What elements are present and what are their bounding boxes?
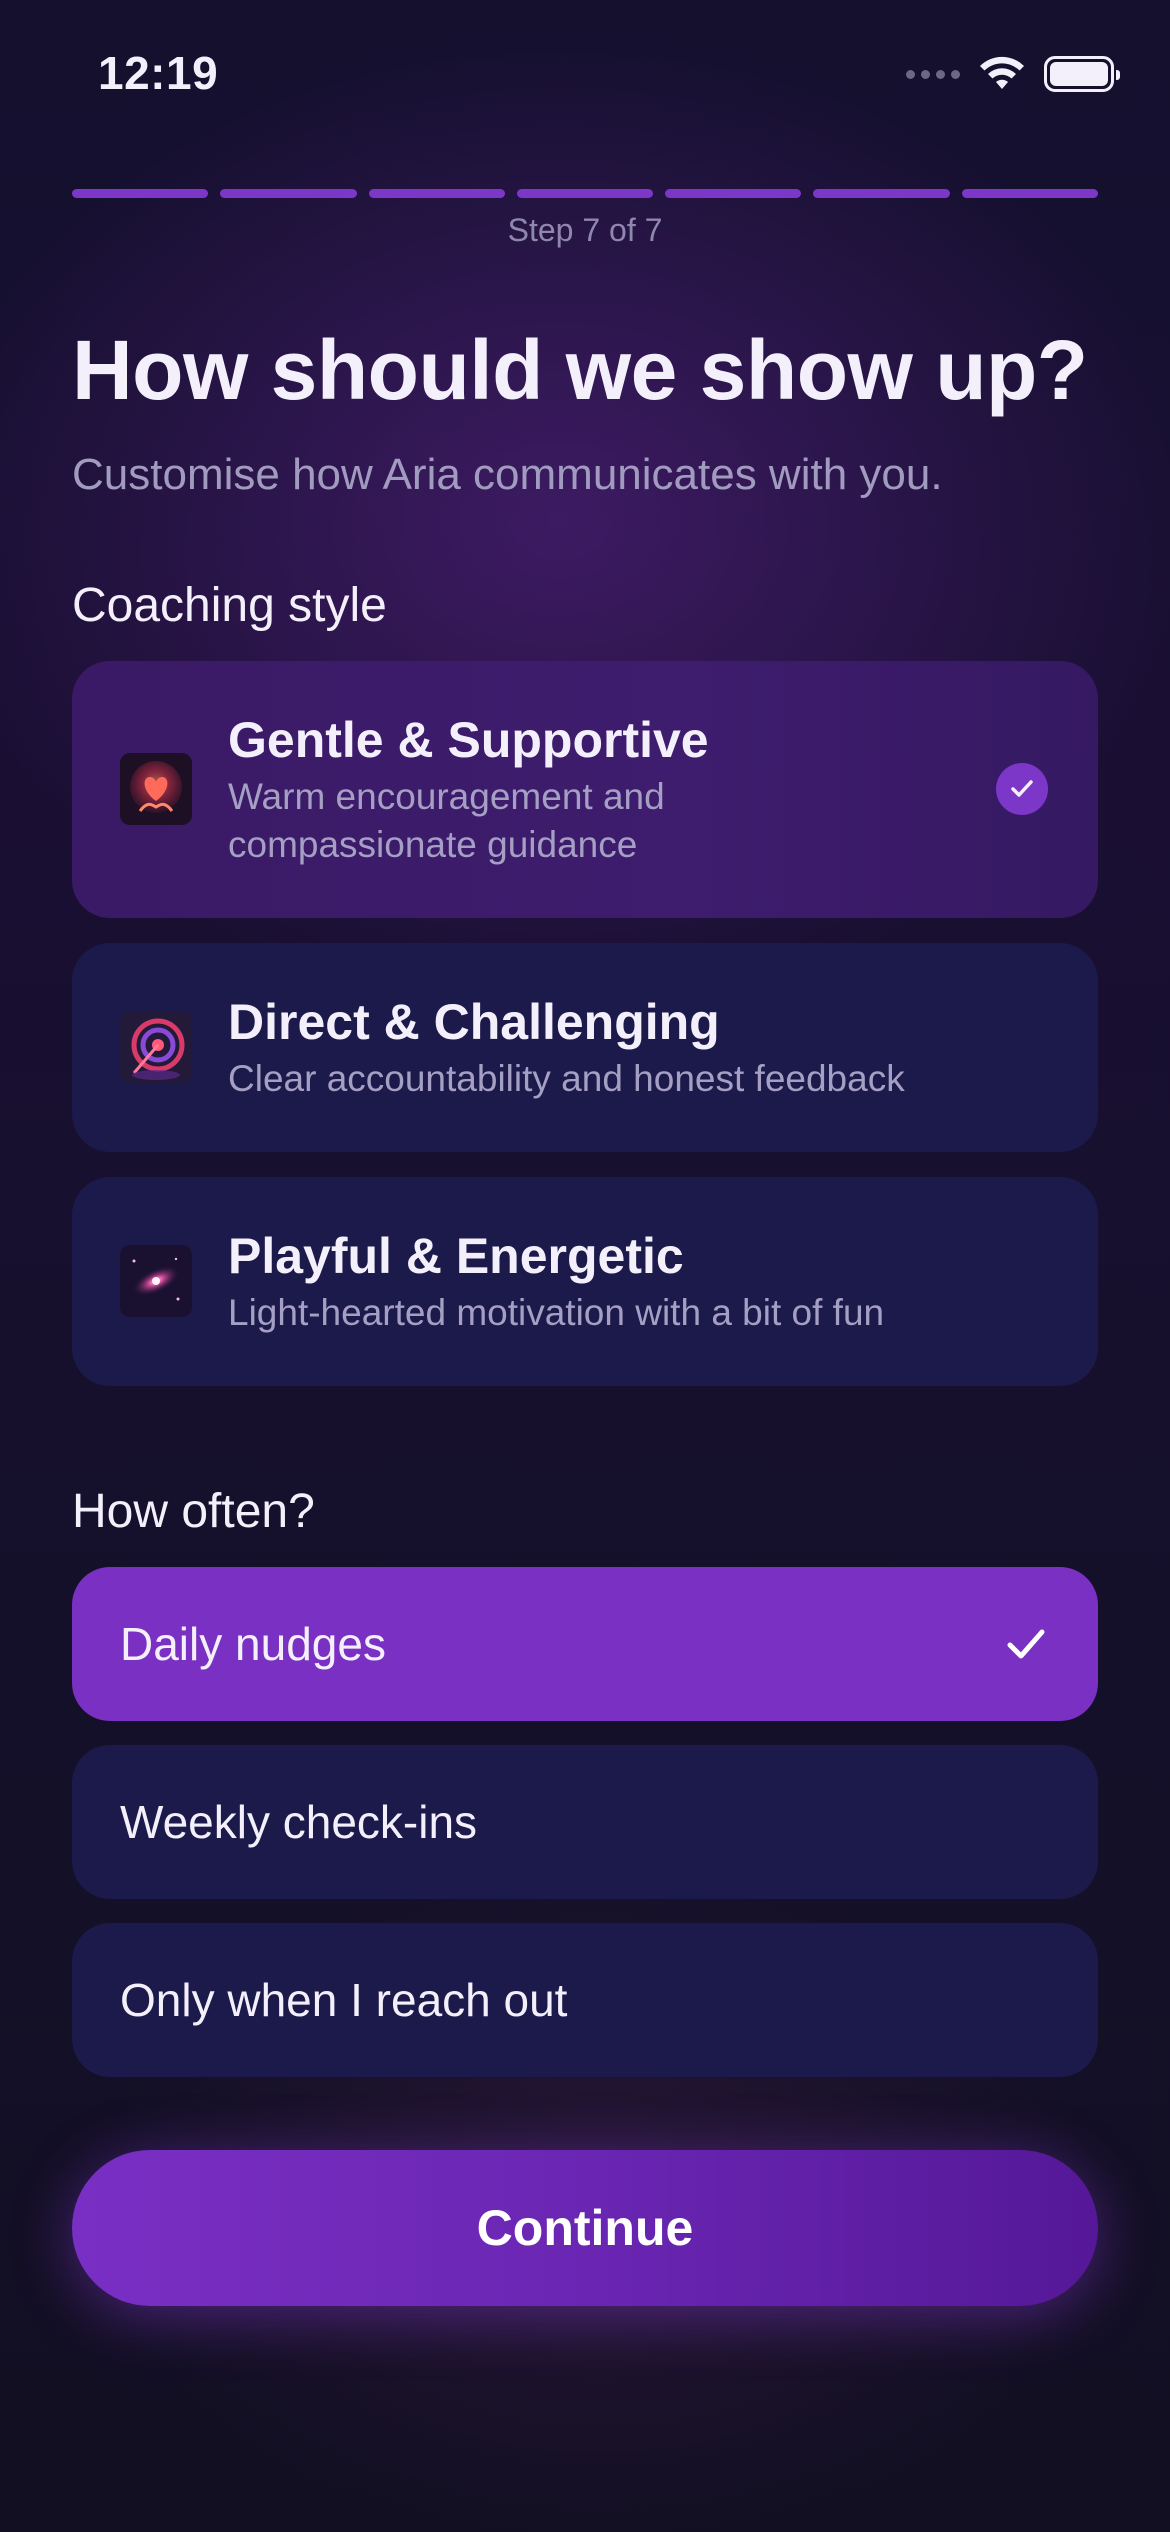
coaching-option-description: compassionate guidance	[228, 824, 638, 865]
coaching-option-description: Warm encouragement and	[228, 776, 665, 817]
battery-icon	[1044, 56, 1120, 92]
coaching-option-name: Gentle & Supportive	[228, 712, 709, 768]
coaching-option-text: Gentle & Supportive Warm encouragement a…	[228, 711, 709, 869]
frequency-option-on-demand[interactable]: Only when I reach out	[72, 1923, 1098, 2077]
frequency-option-label: Weekly check-ins	[120, 1796, 478, 1848]
frequency-option-daily[interactable]: Daily nudges	[72, 1567, 1098, 1721]
coaching-option-name: Playful & Energetic	[228, 1228, 684, 1284]
checkmark-icon	[1007, 1629, 1045, 1659]
frequency-option-weekly[interactable]: Weekly check-ins	[72, 1745, 1098, 1899]
progress-segment	[516, 189, 654, 198]
page-subtitle: Customise how Aria communicates with you…	[72, 450, 943, 499]
progress-segment	[961, 189, 1098, 198]
continue-button[interactable]: Continue	[72, 2150, 1098, 2306]
coaching-option-name: Direct & Challenging	[228, 994, 720, 1050]
status-time: 12:19	[98, 47, 219, 99]
onboarding-screen: 12:19 Step 7 of 7 How should we show up?…	[0, 0, 1170, 2532]
galaxy-icon	[120, 1245, 192, 1317]
step-label: Step 7 of 7	[507, 212, 663, 248]
status-icons	[906, 52, 1120, 96]
progress-segment	[665, 189, 802, 198]
selected-check-icon	[996, 763, 1048, 815]
coaching-option-direct[interactable]: Direct & Challenging Clear accountabilit…	[72, 943, 1098, 1152]
target-icon	[120, 1011, 192, 1083]
progress-segment	[368, 189, 505, 198]
frequency-label: How often?	[72, 1485, 315, 1538]
coaching-option-gentle[interactable]: Gentle & Supportive Warm encouragement a…	[72, 661, 1098, 918]
progress-segment	[813, 189, 950, 198]
coaching-option-text: Direct & Challenging Clear accountabilit…	[228, 993, 905, 1103]
coaching-option-description: Clear accountability and honest feedback	[228, 1058, 905, 1099]
step-progress-bar	[72, 189, 1098, 198]
cellular-signal-icon	[906, 69, 960, 79]
coaching-option-text: Playful & Energetic Light-hearted motiva…	[228, 1227, 884, 1337]
coaching-option-description: Light-hearted motivation with a bit of f…	[228, 1292, 885, 1333]
coaching-style-label: Coaching style	[72, 579, 387, 632]
frequency-option-label: Only when I reach out	[120, 1974, 568, 2026]
progress-segment	[72, 189, 209, 198]
coaching-option-playful[interactable]: Playful & Energetic Light-hearted motiva…	[72, 1177, 1098, 1386]
frequency-option-label: Daily nudges	[120, 1618, 386, 1670]
progress-segment	[220, 189, 357, 198]
page-title: How should we show up?	[72, 323, 1088, 417]
wifi-icon	[978, 55, 1026, 93]
heart-hands-icon	[120, 753, 192, 825]
